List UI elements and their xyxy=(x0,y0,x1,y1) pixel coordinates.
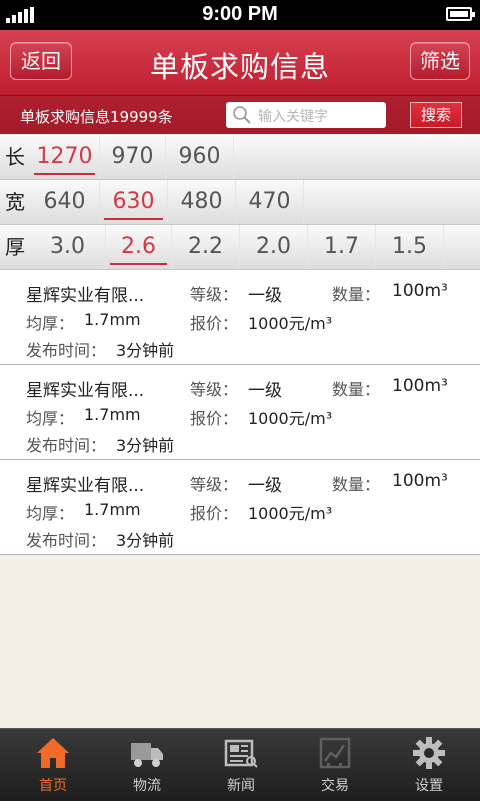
trade-chart-icon xyxy=(319,737,351,769)
list-item[interactable]: 星辉实业有限... 等级： 一级 数量： 100m³ 均厚： 1.7mm 报价：… xyxy=(0,365,480,460)
grade-value: 一级 xyxy=(248,476,282,496)
battery-icon xyxy=(446,7,475,21)
filter-option-width[interactable]: 470 xyxy=(236,180,304,224)
price-label: 报价： xyxy=(190,504,239,523)
thickness-label: 均厚： xyxy=(26,409,75,428)
filter-button[interactable]: 筛选 xyxy=(410,42,470,80)
quantity-value: 100m³ xyxy=(392,471,448,491)
search-input[interactable]: 输入关键字 xyxy=(226,102,386,128)
filter-option-length[interactable]: 970 xyxy=(100,135,166,179)
newspaper-icon xyxy=(224,739,258,768)
filter-option-thickness[interactable]: 2.0 xyxy=(240,225,308,269)
home-icon xyxy=(37,738,69,768)
filter-option-length[interactable]: 960 xyxy=(166,135,234,179)
quantity-value: 100m³ xyxy=(392,281,448,301)
filter-option-thickness[interactable]: 1.7 xyxy=(308,225,376,269)
filter-row-width: 宽 640 630 480 470 xyxy=(0,180,480,225)
tab-label: 物流 xyxy=(133,778,161,794)
bottom-tab-bar: 首页 物流 新闻 交易 设置 xyxy=(0,728,480,801)
search-bar: 单板求购信息19999条 输入关键字 搜索 xyxy=(0,96,480,134)
time-label: 发布时间： xyxy=(26,531,107,550)
tab-label: 设置 xyxy=(415,778,443,794)
filter-option-length[interactable]: 1270 xyxy=(30,135,100,179)
tab-label: 交易 xyxy=(321,778,349,794)
grade-value: 一级 xyxy=(248,286,282,306)
filter-option-thickness[interactable]: 2.2 xyxy=(172,225,240,269)
tab-home[interactable]: 首页 xyxy=(5,729,101,801)
filter-option-thickness[interactable]: 3.0 xyxy=(30,225,106,269)
time-value: 3分钟前 xyxy=(116,531,175,550)
thickness-value: 1.7mm xyxy=(84,310,141,329)
list-item[interactable]: 星辉实业有限... 等级： 一级 数量： 100m³ 均厚： 1.7mm 报价：… xyxy=(0,460,480,555)
thickness-label: 均厚： xyxy=(26,314,75,333)
gear-icon xyxy=(413,737,445,769)
filter-row-length: 长 1270 970 960 xyxy=(0,135,480,180)
time-label: 发布时间： xyxy=(26,436,107,455)
tab-logistics[interactable]: 物流 xyxy=(99,729,195,801)
price-value: 1000元/m³ xyxy=(248,409,333,428)
price-value: 1000元/m³ xyxy=(248,314,333,333)
quantity-label: 数量： xyxy=(332,380,381,399)
price-value: 1000元/m³ xyxy=(248,504,333,523)
thickness-value: 1.7mm xyxy=(84,500,141,519)
time-label: 发布时间： xyxy=(26,341,107,360)
search-placeholder: 输入关键字 xyxy=(258,109,328,125)
grade-value: 一级 xyxy=(248,381,282,401)
search-icon xyxy=(233,106,251,124)
tab-news[interactable]: 新闻 xyxy=(193,729,289,801)
tab-label: 新闻 xyxy=(227,778,255,794)
filter-row-thickness: 厚 3.0 2.6 2.2 2.0 1.7 1.5 xyxy=(0,225,480,270)
page-title: 单板求购信息 xyxy=(149,50,330,84)
quantity-label: 数量： xyxy=(332,285,381,304)
result-count: 单板求购信息19999条 xyxy=(20,108,173,126)
grade-label: 等级： xyxy=(190,475,239,494)
status-bar: 9:00 PM xyxy=(0,0,480,30)
filter-option-thickness[interactable]: 1.5 xyxy=(376,225,444,269)
thickness-value: 1.7mm xyxy=(84,405,141,424)
tab-label: 首页 xyxy=(39,778,67,794)
tab-settings[interactable]: 设置 xyxy=(381,729,477,801)
listing-list: 星辉实业有限... 等级： 一级 数量： 100m³ 均厚： 1.7mm 报价：… xyxy=(0,270,480,555)
filter-option-width[interactable]: 480 xyxy=(168,180,236,224)
filter-option-width[interactable]: 640 xyxy=(30,180,100,224)
grade-label: 等级： xyxy=(190,285,239,304)
quantity-label: 数量： xyxy=(332,475,381,494)
filter-label-thickness: 厚 xyxy=(5,235,25,259)
quantity-value: 100m³ xyxy=(392,376,448,396)
thickness-label: 均厚： xyxy=(26,504,75,523)
status-time: 9:00 PM xyxy=(202,3,278,25)
company-name: 星辉实业有限... xyxy=(26,381,145,401)
list-item[interactable]: 星辉实业有限... 等级： 一级 数量： 100m³ 均厚： 1.7mm 报价：… xyxy=(0,270,480,365)
time-value: 3分钟前 xyxy=(116,436,175,455)
header-bar: 返回 单板求购信息 筛选 xyxy=(0,30,480,96)
tab-trade[interactable]: 交易 xyxy=(287,729,383,801)
filter-label-length: 长 xyxy=(5,145,25,169)
price-label: 报价： xyxy=(190,314,239,333)
price-label: 报价： xyxy=(190,409,239,428)
company-name: 星辉实业有限... xyxy=(26,286,145,306)
time-value: 3分钟前 xyxy=(116,341,175,360)
grade-label: 等级： xyxy=(190,380,239,399)
filter-label-width: 宽 xyxy=(5,190,25,214)
filter-option-thickness[interactable]: 2.6 xyxy=(106,225,172,269)
truck-icon xyxy=(131,743,163,767)
search-button[interactable]: 搜索 xyxy=(410,102,462,128)
company-name: 星辉实业有限... xyxy=(26,476,145,496)
filter-option-width[interactable]: 630 xyxy=(100,180,168,224)
